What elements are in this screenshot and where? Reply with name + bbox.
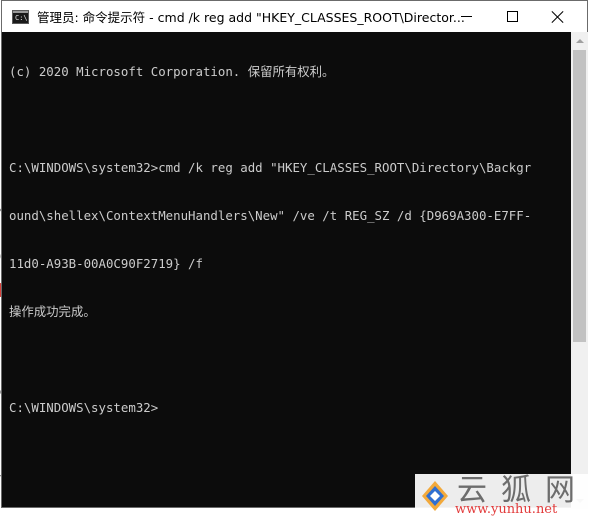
arrow-up-icon bbox=[575, 38, 584, 43]
window-title: 管理员: 命令提示符 - cmd /k reg add "HKEY_CLASSE… bbox=[37, 10, 465, 25]
title-bar[interactable]: C:\ 管理员: 命令提示符 - cmd /k reg add "HKEY_CL… bbox=[2, 1, 587, 32]
console-line: (c) 2020 Microsoft Corporation. 保留所有权利。 bbox=[9, 64, 335, 79]
watermark: 云狐网 www.yunhu.net bbox=[415, 474, 590, 519]
vertical-scrollbar[interactable] bbox=[571, 32, 588, 509]
maximize-button[interactable] bbox=[489, 1, 535, 32]
console-line: 11d0-A93B-00A0C90F2719} /f bbox=[9, 256, 203, 271]
watermark-logo-icon bbox=[422, 481, 448, 511]
close-icon bbox=[552, 11, 564, 23]
maximize-icon bbox=[506, 11, 518, 22]
cmd-app-icon[interactable]: C:\ bbox=[12, 9, 29, 24]
console-line: 操作成功完成。 bbox=[9, 304, 96, 319]
watermark-url: www.yunhu.net bbox=[455, 502, 558, 517]
close-button[interactable] bbox=[535, 1, 581, 32]
console-prompt: C:\WINDOWS\system32> bbox=[9, 400, 159, 415]
console-line: ound\shellex\ContextMenuHandlers\New" /v… bbox=[9, 208, 532, 223]
console-line: C:\WINDOWS\system32>cmd /k reg add "HKEY… bbox=[9, 160, 532, 175]
minimize-icon bbox=[460, 16, 472, 17]
cmd-window: C:\ 管理员: 命令提示符 - cmd /k reg add "HKEY_CL… bbox=[1, 0, 588, 509]
scrollbar-thumb[interactable] bbox=[573, 50, 586, 342]
console-output[interactable]: (c) 2020 Microsoft Corporation. 保留所有权利。 … bbox=[9, 32, 571, 509]
scroll-up-button[interactable] bbox=[571, 32, 588, 49]
minimize-button[interactable] bbox=[443, 1, 489, 32]
